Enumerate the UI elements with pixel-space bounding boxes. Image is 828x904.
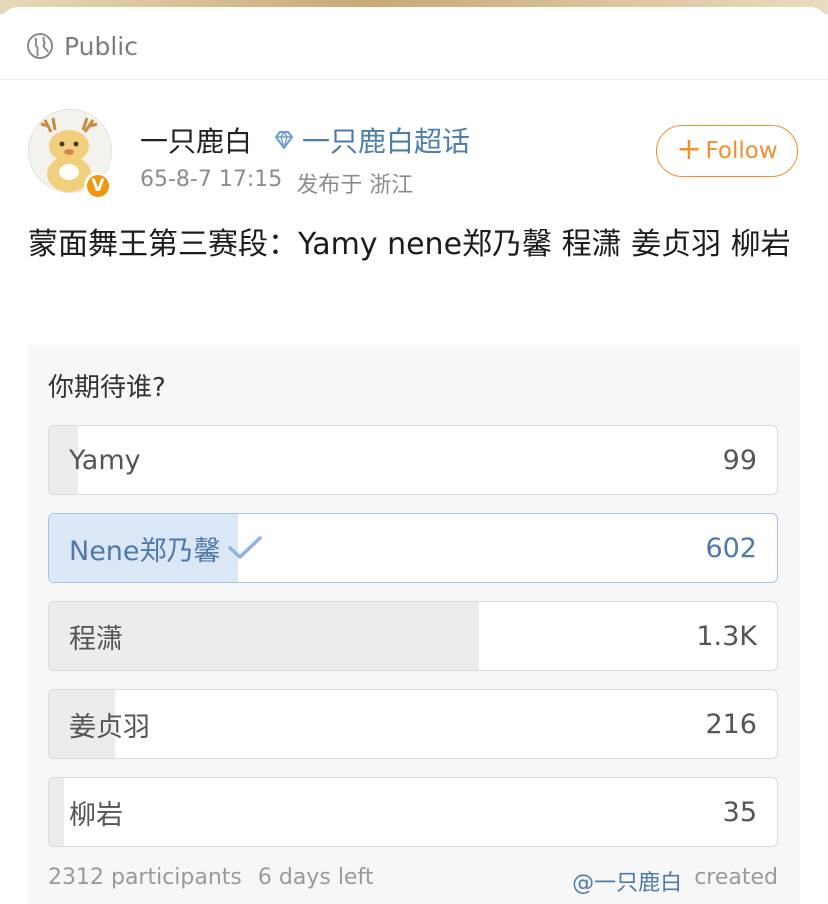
poll-option-count: 216	[705, 708, 757, 740]
poll-participants: 2312 participants	[48, 865, 242, 890]
poll-creator-link[interactable]: @一只鹿白	[572, 865, 682, 897]
poll-created-label: created	[694, 865, 778, 890]
poll-option-label-row: 程潇	[69, 602, 123, 670]
poll-option-label: 姜贞羽	[69, 711, 150, 743]
header-divider	[0, 79, 828, 80]
follow-button[interactable]: + Follow	[656, 125, 798, 177]
poll-option-count: 602	[705, 532, 757, 564]
poll-option-label-row: 柳岩	[69, 778, 123, 846]
super-topic-link[interactable]: 一只鹿白超话	[272, 120, 470, 160]
plus-icon: +	[676, 131, 702, 167]
visibility-indicator[interactable]: Public	[26, 29, 138, 63]
poll-option-label-row: 姜贞羽	[69, 690, 150, 758]
poll-option-label: Yamy	[69, 444, 141, 476]
poll-option-label-row: Nene郑乃馨	[69, 514, 263, 582]
poll-option[interactable]: Yamy 99	[48, 425, 778, 495]
poll-option[interactable]: 柳岩 35	[48, 777, 778, 847]
poll-option[interactable]: Nene郑乃馨 602	[48, 513, 778, 583]
poll-card: 你期待谁? Yamy 99 Nene郑乃馨 602 程潇 1.3K 姜贞羽 21…	[28, 345, 800, 904]
poll-option-label: 柳岩	[69, 799, 123, 831]
author-name[interactable]: 一只鹿白	[140, 120, 252, 160]
post-timestamp: 65-8-7 17:15	[140, 167, 283, 192]
checkmark-icon	[227, 536, 262, 559]
poll-option-count: 1.3K	[696, 620, 757, 652]
poll-question: 你期待谁?	[48, 373, 166, 403]
post-sheet: Public V 一只鹿白 一只鹿白超话 65-8-7 17:15 发布于 浙江…	[0, 7, 828, 904]
poll-option-fill	[49, 778, 64, 846]
verified-badge: V	[84, 172, 112, 200]
post-meta: 65-8-7 17:15 发布于 浙江	[140, 167, 413, 199]
post-location: 发布于 浙江	[296, 173, 414, 198]
poll-time-left: 6 days left	[257, 865, 374, 890]
poll-option-label: 程潇	[69, 623, 123, 655]
poll-option[interactable]: 姜贞羽 216	[48, 689, 778, 759]
poll-option-label-row: Yamy	[69, 426, 141, 494]
poll-stats: 2312 participants 6 days left	[48, 865, 373, 890]
follow-label: Follow	[705, 138, 778, 164]
super-topic-label: 一只鹿白超话	[302, 125, 471, 158]
diamond-icon	[275, 131, 293, 149]
visibility-label: Public	[64, 31, 138, 61]
poll-option[interactable]: 程潇 1.3K	[48, 601, 778, 671]
post-text: 蒙面舞王第三赛段：Yamy nene郑乃馨 程潇 姜贞羽 柳岩	[28, 227, 791, 262]
poll-option-label: Nene郑乃馨	[69, 535, 221, 567]
poll-option-count: 99	[722, 444, 757, 476]
globe-icon	[27, 33, 53, 59]
poll-option-count: 35	[722, 796, 757, 828]
poll-creator: @一只鹿白 created	[572, 865, 778, 897]
